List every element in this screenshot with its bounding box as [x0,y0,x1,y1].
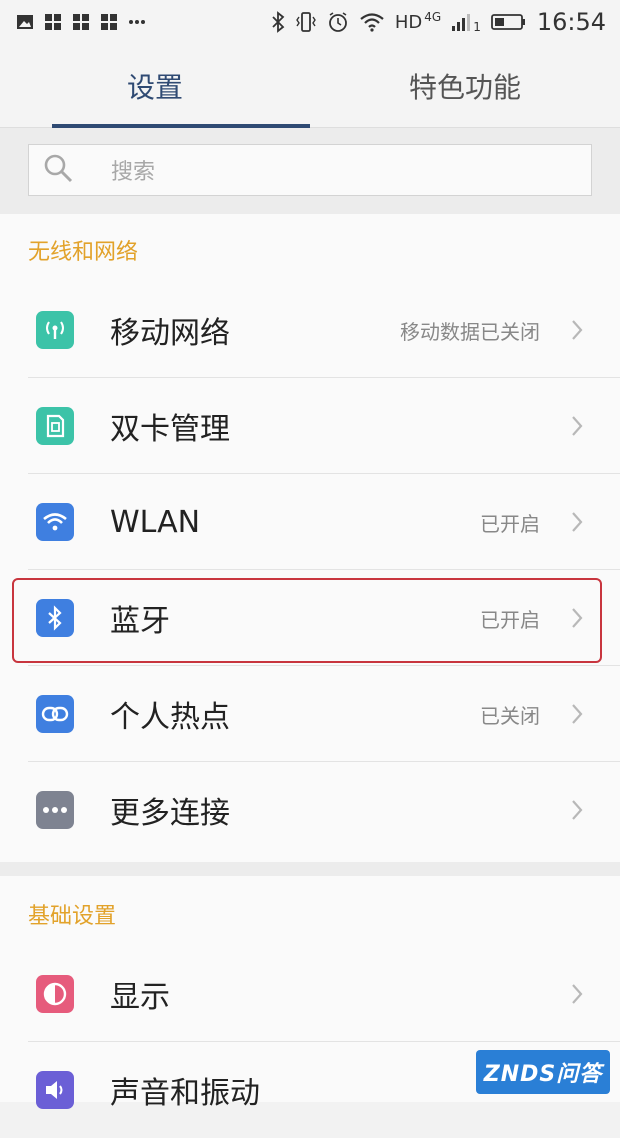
chevron-right-icon [570,702,584,730]
chevron-right-icon [570,510,584,538]
settings-item-label: 显示 [110,980,170,1015]
search-placeholder: 搜索 [111,160,156,185]
bluetooth-icon [36,599,74,637]
section-title-basic: 基础设置 [28,904,117,929]
settings-item-label: 双卡管理 [110,412,230,447]
settings-item-display[interactable]: 显示 [0,946,620,1042]
bluetooth-icon [271,11,285,33]
clock-time: 16:54 [536,8,606,36]
settings-item-label: 个人热点 [110,700,230,735]
app-grid-icon [72,13,90,31]
section-gap [0,862,620,876]
display-icon [36,975,74,1013]
status-right-icons: HD 4G 1 16:54 [271,8,606,36]
settings-item-value: 移动数据已关闭 [400,319,540,344]
search-icon [43,153,73,187]
settings-item-personal-hotspot[interactable]: 个人热点 已关闭 [0,666,620,762]
link-icon [36,695,74,733]
alarm-icon [327,11,349,33]
signal-strength-icon [451,12,473,32]
settings-item-wlan[interactable]: WLAN 已开启 [0,474,620,570]
chevron-right-icon [570,318,584,346]
section-wireless-network: 无线和网络 移动网络 移动数据已关闭 双卡管理 WLAN 已开启 蓝牙 已开启 … [0,214,620,862]
znds-watermark: ZNDS问答 [476,1050,610,1094]
chevron-right-icon [570,606,584,634]
settings-item-label: 声音和振动 [110,1076,260,1111]
tab-special-features[interactable]: 特色功能 [310,44,620,127]
chevron-right-icon [570,982,584,1010]
more-dots-icon [36,791,74,829]
settings-item-label: 移动网络 [110,316,230,351]
settings-item-label: 蓝牙 [110,604,170,639]
sim-card-icon [36,407,74,445]
settings-item-value: 已关闭 [480,703,540,728]
app-grid-icon [100,13,118,31]
wifi-icon [359,12,385,32]
chevron-right-icon [570,414,584,442]
search-area: 搜索 [0,128,620,214]
search-input[interactable]: 搜索 [28,144,592,196]
hd-label: HD [394,11,423,33]
settings-item-value: 已开启 [480,511,540,536]
settings-item-value: 已开启 [480,607,540,632]
settings-item-label: WLAN [110,504,201,540]
sim-slot-label: 1 [473,20,481,34]
sound-icon [36,1071,74,1109]
top-tabs: 设置 特色功能 [0,44,620,128]
settings-item-bluetooth[interactable]: 蓝牙 已开启 [0,570,620,666]
settings-item-mobile-network[interactable]: 移动网络 移动数据已关闭 [0,282,620,378]
settings-item-label: 更多连接 [110,796,230,831]
status-bar: HD 4G 1 16:54 [0,0,620,44]
status-left-icons [16,13,146,31]
image-icon [16,14,34,30]
more-dots-icon [128,19,146,25]
battery-icon [490,13,527,31]
chevron-right-icon [570,798,584,826]
section-title-wireless: 无线和网络 [28,240,139,265]
settings-item-more-connections[interactable]: 更多连接 [0,762,620,858]
settings-item-dual-sim[interactable]: 双卡管理 [0,378,620,474]
cellular-antenna-icon [36,311,74,349]
wifi-icon [36,503,74,541]
app-grid-icon [44,13,62,31]
tab-settings[interactable]: 设置 [0,44,310,128]
network-type-label: 4G [424,10,442,24]
vibrate-icon [295,11,317,33]
